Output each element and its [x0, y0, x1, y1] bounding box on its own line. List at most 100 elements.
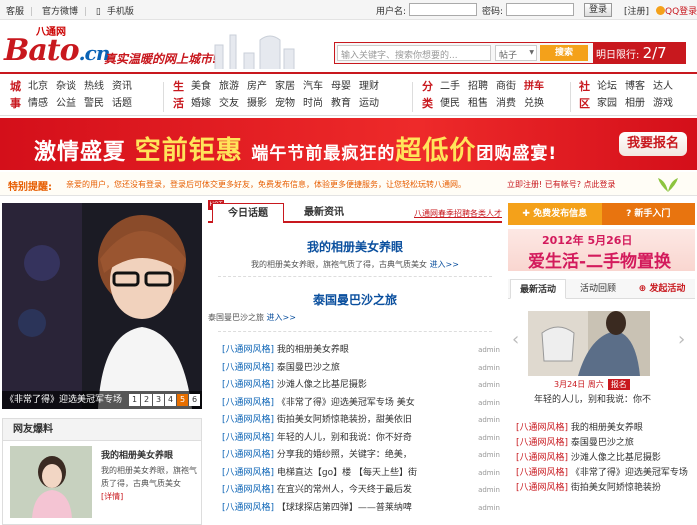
list-item[interactable]: [八通网风格] 电梯直达【go】楼 【每天上些】街 admin: [222, 465, 500, 483]
slide-page-button[interactable]: 3: [153, 394, 164, 406]
item-title[interactable]: 我的相册美女养眼: [277, 345, 349, 355]
netizen-detail-link[interactable]: [详情]: [101, 492, 123, 501]
netizen-title[interactable]: 我的相册美女养眼: [101, 448, 173, 461]
item-title[interactable]: 【球球探店第四弹】——普莱纳啤: [277, 503, 412, 513]
nav-item[interactable]: 博客: [625, 78, 653, 95]
item-title[interactable]: 我的相册美女养眼: [571, 423, 643, 433]
list-item[interactable]: [八通网风格] 分享我的婚纱照，关键字：绝美， admin: [222, 447, 500, 465]
slide-page-button[interactable]: 1: [129, 394, 140, 406]
list-item[interactable]: [八通网风格] 街拍美女阿娇惊艳装扮: [516, 481, 693, 496]
item-tag[interactable]: [八通网风格]: [222, 415, 274, 425]
item-title[interactable]: 泰国曼巴沙之旅: [571, 438, 634, 448]
headline-title[interactable]: 泰国曼巴沙之旅: [208, 291, 502, 308]
item-tag[interactable]: [八通网风格]: [222, 450, 274, 460]
newbie-guide-button[interactable]: ? 新手入门: [601, 203, 695, 225]
nav-item[interactable]: 教育: [331, 95, 359, 112]
recruit-ad-link[interactable]: 八通网春季招聘各类人才: [414, 208, 502, 219]
nav-item[interactable]: 热线: [84, 78, 112, 95]
tab-latest-activity[interactable]: 最新活动: [510, 279, 566, 299]
search-input[interactable]: 输入关键字、搜索你想要的...: [337, 45, 491, 61]
netizen-thumbnail[interactable]: [10, 446, 92, 518]
nav-item[interactable]: 时尚: [303, 95, 331, 112]
nav-item[interactable]: 招聘: [468, 78, 496, 95]
nav-item[interactable]: 情感: [28, 95, 56, 112]
nav-item[interactable]: 便民: [440, 95, 468, 112]
item-tag[interactable]: [八通网风格]: [222, 398, 274, 408]
slide-page-button[interactable]: 6: [189, 394, 200, 406]
tab-activity-review[interactable]: 活动回顾: [570, 279, 626, 299]
prev-arrow-icon[interactable]: ‹: [512, 329, 519, 350]
nav-item[interactable]: 相册: [625, 95, 653, 112]
customer-service-link[interactable]: 客服: [6, 7, 24, 17]
list-item[interactable]: [八通网风格] 年轻的人儿，别和我说：你不好奇 admin: [222, 430, 500, 448]
nav-item[interactable]: 母婴: [331, 78, 359, 95]
item-tag[interactable]: [八通网风格]: [222, 468, 274, 478]
register-prompt[interactable]: 立即注册! 已有帐号? 点此登录: [507, 179, 616, 190]
slide-page-button[interactable]: 4: [165, 394, 176, 406]
nav-item[interactable]: 兑换: [524, 95, 552, 112]
signup-button[interactable]: 我要报名: [619, 132, 687, 156]
list-item[interactable]: [八通网风格] 街拍美女阿娇惊艳装扮，甜美依旧 admin: [222, 412, 500, 430]
headline-more-link[interactable]: 进入>>: [267, 313, 296, 322]
mobile-link[interactable]: 手机版: [107, 7, 134, 17]
list-item[interactable]: [八通网风格] 《非常了得》迎选美冠军专场: [516, 466, 693, 481]
nav-item[interactable]: 二手: [440, 78, 468, 95]
nav-item[interactable]: 公益: [56, 95, 84, 112]
list-item[interactable]: [八通网风格] 我的相册美女养眼 admin: [222, 342, 500, 360]
promo-banner[interactable]: 激情盛夏 空前钜惠 端午节前最疯狂的超低价团购盛宴! 我要报名: [0, 118, 697, 170]
nav-item[interactable]: 家居: [275, 78, 303, 95]
item-tag[interactable]: [八通网风格]: [222, 485, 274, 495]
nav-item[interactable]: 运动: [359, 95, 387, 112]
item-title[interactable]: 年轻的人儿，别和我说：你不好奇: [277, 433, 412, 443]
list-item[interactable]: [八通网风格] 沙滩人像之比基尼摄影 admin: [222, 377, 500, 395]
tab-today-topic[interactable]: 今日话题: [212, 203, 284, 223]
username-input[interactable]: [409, 3, 477, 16]
nav-item[interactable]: 旅游: [219, 78, 247, 95]
item-title[interactable]: 街拍美女阿娇惊艳装扮，甜美依旧: [277, 415, 412, 425]
nav-item[interactable]: 论坛: [597, 78, 625, 95]
item-tag[interactable]: [八通网风格]: [516, 468, 568, 478]
qq-login-link[interactable]: QQ登录: [656, 4, 697, 17]
nav-item[interactable]: 资讯: [112, 78, 140, 95]
nav-item[interactable]: 北京: [28, 78, 56, 95]
list-item[interactable]: [八通网风格] 泰国曼巴沙之旅: [516, 436, 693, 451]
item-title[interactable]: 街拍美女阿娇惊艳装扮: [571, 483, 661, 493]
password-input[interactable]: [506, 3, 574, 16]
weibo-link[interactable]: 官方微博: [42, 7, 78, 17]
item-title[interactable]: 沙滩人像之比基尼摄影: [571, 453, 661, 463]
item-title[interactable]: 在宜兴的常州人，今天终于最后发: [277, 485, 412, 495]
nav-item[interactable]: 婚嫁: [191, 95, 219, 112]
item-title[interactable]: 沙滩人像之比基尼摄影: [277, 380, 367, 390]
item-tag[interactable]: [八通网风格]: [222, 363, 274, 373]
headline-title[interactable]: 我的相册美女养眼: [208, 238, 502, 255]
nav-item[interactable]: 美食: [191, 78, 219, 95]
free-post-button[interactable]: ✚ 免费发布信息: [508, 203, 602, 225]
nav-item[interactable]: 拼车: [524, 78, 552, 95]
item-title[interactable]: 《非常了得》迎选美冠军专场 美女: [277, 398, 415, 408]
item-tag[interactable]: [八通网风格]: [222, 380, 274, 390]
list-item[interactable]: [八通网风格] 在宜兴的常州人，今天终于最后发 admin: [222, 482, 500, 500]
register-link[interactable]: [注册]: [624, 4, 649, 17]
login-button[interactable]: 登录: [584, 3, 613, 17]
search-type-select[interactable]: 帖子: [495, 45, 537, 61]
create-activity-button[interactable]: ⊕ 发起活动: [630, 279, 694, 299]
nav-item[interactable]: 商街: [496, 78, 524, 95]
nav-item[interactable]: 警民: [84, 95, 112, 112]
nav-item[interactable]: 理财: [359, 78, 387, 95]
nav-item[interactable]: 游戏: [653, 95, 681, 112]
nav-item[interactable]: 话题: [112, 95, 140, 112]
activity-title[interactable]: 年轻的人儿，别和我说：你不: [534, 392, 651, 405]
nav-item[interactable]: 消费: [496, 95, 524, 112]
item-title[interactable]: 分享我的婚纱照，关键字：绝美，: [277, 450, 412, 460]
nav-item[interactable]: 汽车: [303, 78, 331, 95]
item-tag[interactable]: [八通网风格]: [516, 483, 568, 493]
item-title[interactable]: 电梯直达【go】楼 【每天上些】街: [277, 468, 417, 478]
site-logo[interactable]: 八通网 Bato.cn: [4, 23, 110, 69]
nav-item[interactable]: 达人: [653, 78, 681, 95]
item-tag[interactable]: [八通网风格]: [222, 345, 274, 355]
nav-item[interactable]: 宠物: [275, 95, 303, 112]
item-tag[interactable]: [八通网风格]: [222, 433, 274, 443]
nav-item[interactable]: 房产: [247, 78, 275, 95]
item-title[interactable]: 泰国曼巴沙之旅: [277, 363, 340, 373]
next-arrow-icon[interactable]: ›: [678, 329, 685, 350]
